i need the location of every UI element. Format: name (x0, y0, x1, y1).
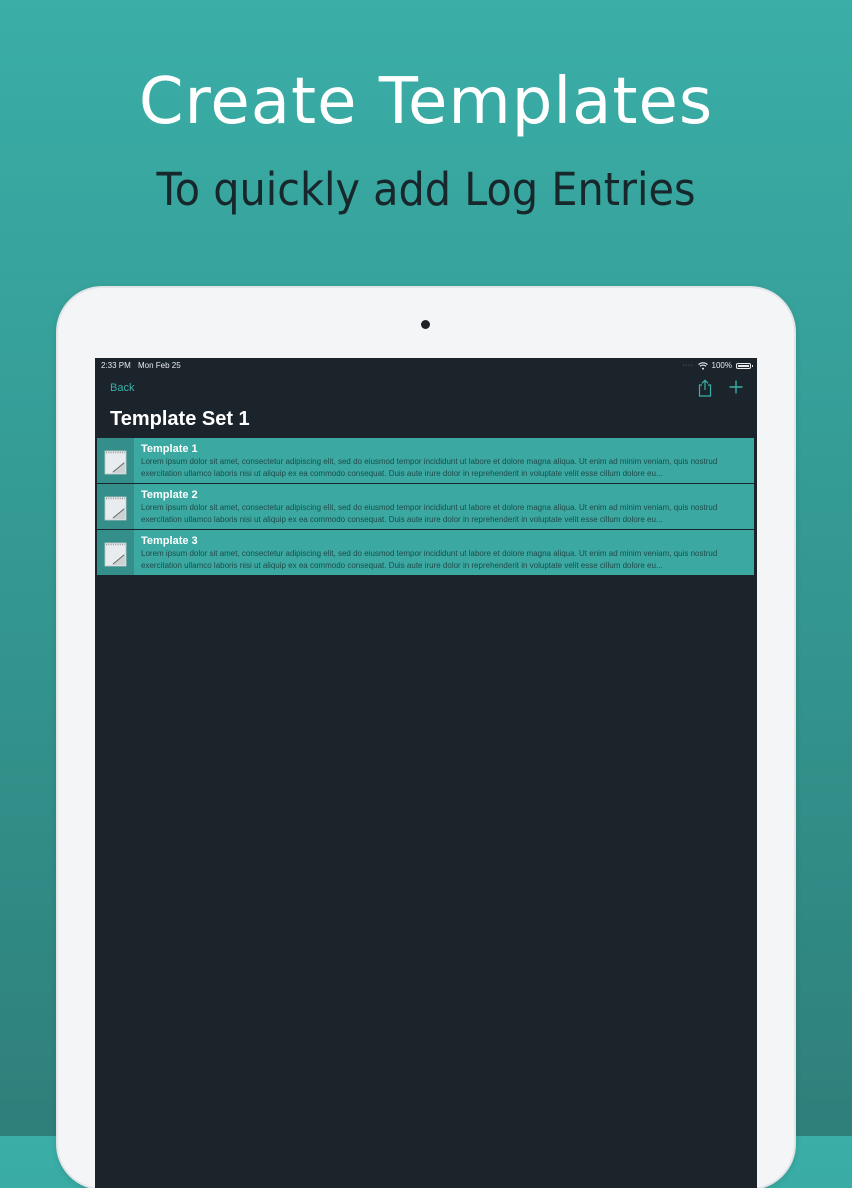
app-screen: 2:33 PM Mon Feb 25 ···· 100% Back Templa… (95, 358, 757, 1188)
template-title: Template 2 (141, 489, 198, 501)
battery-icon (736, 362, 753, 369)
template-title: Template 1 (141, 443, 198, 455)
template-list: Template 1 Lorem ipsum dolor sit amet, c… (97, 438, 754, 576)
template-preview: Lorem ipsum dolor sit amet, consectetur … (141, 503, 718, 524)
page-title: Template Set 1 (110, 408, 250, 430)
wifi-icon (697, 361, 708, 370)
status-indicators: ···· 100% (682, 361, 753, 370)
back-button[interactable]: Back (110, 382, 134, 394)
template-preview: Lorem ipsum dolor sit amet, consectetur … (141, 549, 718, 570)
status-bar: 2:33 PM Mon Feb 25 ···· 100% (95, 358, 757, 372)
notepad-icon (104, 496, 127, 521)
signal-dots-icon: ···· (682, 362, 694, 369)
template-title: Template 3 (141, 535, 198, 547)
template-icon-cell (97, 438, 134, 483)
camera-icon (421, 320, 430, 329)
template-row[interactable]: Template 3 Lorem ipsum dolor sit amet, c… (97, 530, 754, 575)
hero-subtitle: To quickly add Log Entries (156, 163, 696, 216)
template-icon-cell (97, 484, 134, 529)
template-icon-cell (97, 530, 134, 575)
notepad-icon (104, 542, 127, 567)
template-row[interactable]: Template 2 Lorem ipsum dolor sit amet, c… (97, 484, 754, 529)
template-preview: Lorem ipsum dolor sit amet, consectetur … (141, 457, 718, 478)
status-date: Mon Feb 25 (138, 361, 181, 370)
share-icon[interactable] (697, 379, 713, 397)
notepad-icon (104, 450, 127, 475)
battery-percent: 100% (711, 361, 732, 370)
status-time: 2:33 PM (101, 361, 131, 370)
template-row[interactable]: Template 1 Lorem ipsum dolor sit amet, c… (97, 438, 754, 483)
plus-icon[interactable] (728, 379, 744, 395)
hero-title: Create Templates (138, 65, 714, 139)
ipad-frame: 2:33 PM Mon Feb 25 ···· 100% Back Templa… (58, 288, 794, 1188)
